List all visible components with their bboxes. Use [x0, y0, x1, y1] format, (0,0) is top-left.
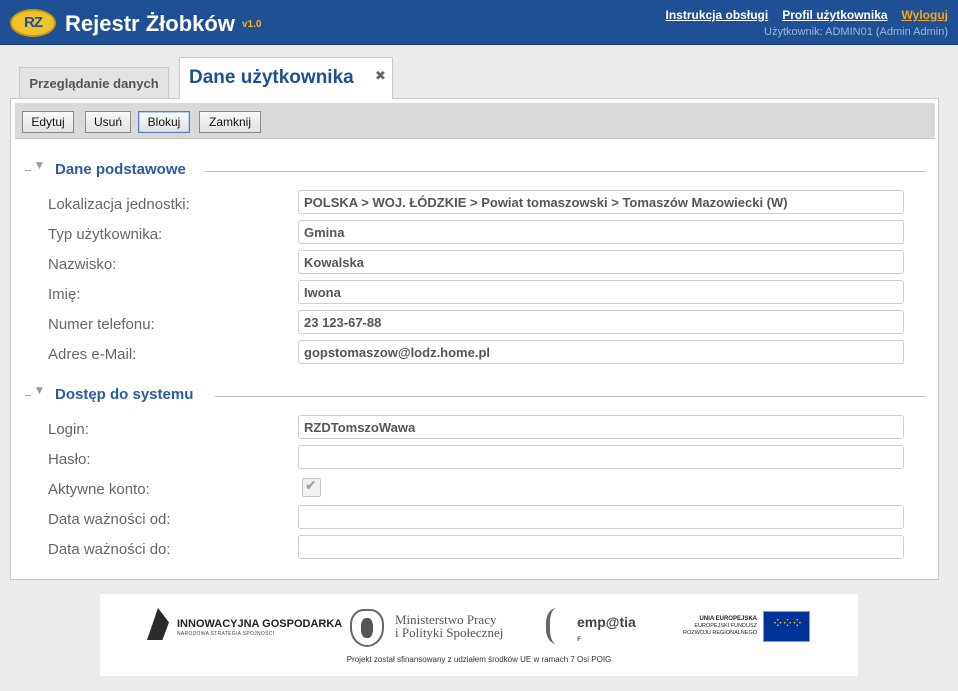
empatia-logo-text: emp@tia [577, 614, 636, 630]
email-label: Adres e-Mail: [48, 346, 137, 363]
user-type-field[interactable]: Gmina [298, 220, 904, 244]
edit-button[interactable]: Edytuj [22, 111, 74, 133]
section-divider [215, 396, 925, 397]
surname-field[interactable]: Kowalska [298, 250, 904, 274]
app-header: RZ Rejestr Żłobków v1.0 Instrukcja obsłu… [0, 0, 958, 45]
sponsor-footer: INNOWACYJNA GOSPODARKA NARODOWA STRATEGI… [100, 594, 858, 676]
password-field[interactable] [298, 445, 904, 469]
funding-note: Projekt został sfinansowany z udziałem ś… [346, 655, 612, 664]
valid-to-field[interactable] [298, 535, 904, 559]
eu-flag-icon: ⁘⁘⁘ [763, 611, 810, 642]
active-account-checkbox[interactable]: ✔ [302, 478, 321, 497]
section-title: Dane podstawowe [55, 161, 192, 178]
innovative-economy-title: INNOWACYJNA GOSPODARKA [177, 618, 343, 630]
location-label: Lokalizacja jednostki: [48, 196, 190, 213]
eu-stars-icon: ⁘⁘⁘ [771, 616, 803, 632]
section-system-access[interactable]: ▼ Dostęp do systemu [25, 386, 925, 406]
location-field[interactable]: POLSKA > WOJ. ŁÓDZKIE > Powiat tomaszows… [298, 190, 904, 214]
user-info: Użytkownik: ADMIN01 (Admin Admin) [764, 26, 948, 38]
collapse-arrow-icon[interactable]: ▼ [36, 386, 43, 396]
profile-link[interactable]: Profil użytkownika [782, 8, 887, 22]
empatia-logo-icon [546, 608, 572, 644]
eu-label-line1: UNIA EUROPEJSKA [699, 616, 757, 622]
name-label: Imię: [48, 286, 81, 303]
section-dash [25, 170, 31, 171]
close-tab-icon[interactable]: ✖ [375, 69, 386, 84]
toolbar: Edytuj Usuń Blokuj Zamknij [15, 103, 935, 139]
close-button[interactable]: Zamknij [199, 111, 261, 133]
delete-button[interactable]: Usuń [85, 111, 131, 133]
user-type-label: Typ użytkownika: [48, 226, 163, 243]
name-field[interactable]: Iwona [298, 280, 904, 304]
surname-label: Nazwisko: [48, 256, 117, 273]
phone-field[interactable]: 23 123-67-88 [298, 310, 904, 334]
empatia-small-mark: ꜰ [577, 634, 581, 643]
phone-label: Numer telefonu: [48, 316, 155, 333]
section-divider [205, 171, 925, 172]
app-version: v1.0 [242, 19, 262, 30]
top-links: Instrukcja obsługi Profil użytkownika Wy… [666, 8, 949, 22]
user-details-panel: Edytuj Usuń Blokuj Zamknij ▼ Dane podsta… [10, 98, 939, 580]
tab-browse-data[interactable]: Przeglądanie danych [19, 67, 169, 98]
innovative-economy-logo-icon [147, 608, 169, 640]
login-label: Login: [48, 421, 89, 438]
email-field[interactable]: gopstomaszow@lodz.home.pl [298, 340, 904, 364]
ministry-name-line2: i Polityki Społecznej [395, 625, 504, 640]
section-basic-data[interactable]: ▼ Dane podstawowe [25, 161, 925, 181]
login-field[interactable]: RZDTomszoWawa [298, 415, 904, 439]
manual-link[interactable]: Instrukcja obsługi [666, 8, 769, 22]
app-logo: RZ [10, 9, 56, 37]
eagle-emblem-icon [350, 609, 384, 647]
innovative-economy-subtitle: NARODOWA STRATEGIA SPÓJNOŚCI [177, 631, 275, 637]
block-button[interactable]: Blokuj [138, 111, 190, 133]
eu-label-line2: EUROPEJSKI FUNDUSZ [694, 623, 757, 629]
active-account-label: Aktywne konto: [48, 481, 150, 498]
section-title: Dostęp do systemu [55, 386, 200, 403]
tab-user-data-label: Dane użytkownika [189, 67, 354, 88]
collapse-arrow-icon[interactable]: ▼ [36, 161, 43, 171]
valid-to-label: Data ważności do: [48, 541, 171, 558]
section-dash [25, 395, 31, 396]
app-title: Rejestr Żłobków [65, 11, 235, 36]
eu-label-line3: ROZWOJU REGIONALNEGO [683, 630, 757, 636]
checkmark-icon: ✔ [305, 478, 317, 494]
tab-user-data[interactable]: Dane użytkownika ✖ [179, 57, 393, 99]
valid-from-field[interactable] [298, 505, 904, 529]
logo-text: RZ [24, 14, 43, 31]
valid-from-label: Data ważności od: [48, 511, 171, 528]
password-label: Hasło: [48, 451, 91, 468]
logout-link[interactable]: Wyloguj [902, 8, 948, 22]
